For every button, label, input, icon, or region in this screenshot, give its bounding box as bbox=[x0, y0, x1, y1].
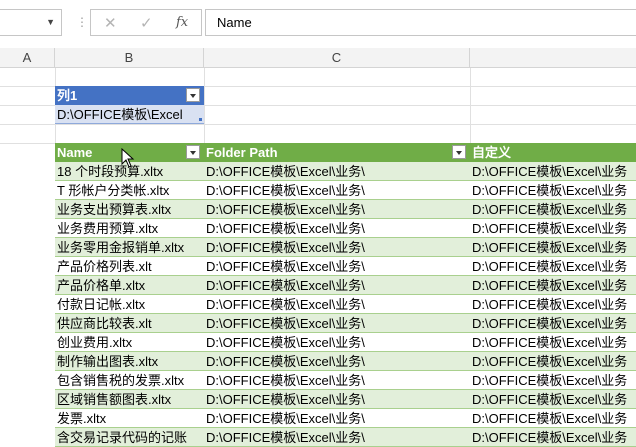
custom-cell[interactable]: D:\OFFICE模板\Excel\业务 bbox=[470, 295, 636, 314]
folder-path-cell[interactable]: D:\OFFICE模板\Excel\业务\ bbox=[204, 390, 470, 409]
custom-cell[interactable]: D:\OFFICE模板\Excel\业务 bbox=[470, 314, 636, 333]
column-header-c[interactable]: C bbox=[204, 48, 470, 68]
column-header-d[interactable] bbox=[470, 48, 636, 68]
table1-cell[interactable]: D:\OFFICE模板\Excel bbox=[55, 105, 204, 124]
name-cell[interactable]: T 形帐户分类帐.xltx bbox=[55, 181, 204, 200]
table2-header-name-label: Name bbox=[57, 145, 93, 160]
folder-path-cell[interactable]: D:\OFFICE模板\Excel\业务\ bbox=[204, 276, 470, 295]
folder-path-cell[interactable]: D:\OFFICE模板\Excel\业务\ bbox=[204, 409, 470, 428]
folder-path-cell[interactable]: D:\OFFICE模板\Excel\业务\ bbox=[204, 162, 470, 181]
filter-dropdown-icon[interactable] bbox=[452, 145, 466, 159]
folder-path-cell[interactable]: D:\OFFICE模板\Excel\业务\ bbox=[204, 219, 470, 238]
name-cell[interactable]: 创业费用.xltx bbox=[55, 333, 204, 352]
custom-cell[interactable]: D:\OFFICE模板\Excel\业务 bbox=[470, 352, 636, 371]
more-options-icon[interactable]: ⋮ bbox=[76, 16, 88, 28]
folder-path-cell[interactable]: D:\OFFICE模板\Excel\业务\ bbox=[204, 333, 470, 352]
table-resize-handle[interactable] bbox=[199, 118, 202, 121]
insert-function-icon[interactable]: fx bbox=[176, 15, 188, 30]
formula-input[interactable]: Name bbox=[205, 9, 636, 36]
name-cell[interactable]: 业务支出预算表.xltx bbox=[55, 200, 204, 219]
folder-path-cell[interactable]: D:\OFFICE模板\Excel\业务\ bbox=[204, 238, 470, 257]
name-cell[interactable]: 产品价格列表.xlt bbox=[55, 257, 204, 276]
formula-buttons: ✕ ✓ fx bbox=[90, 9, 202, 36]
folder-path-cell[interactable]: D:\OFFICE模板\Excel\业务\ bbox=[204, 295, 470, 314]
table1-header-label: 列1 bbox=[57, 88, 78, 103]
name-cell[interactable]: 业务零用金报销单.xltx bbox=[55, 238, 204, 257]
custom-cell[interactable]: D:\OFFICE模板\Excel\业务 bbox=[470, 276, 636, 295]
chevron-down-icon[interactable]: ▼ bbox=[46, 17, 55, 27]
gridline bbox=[0, 124, 636, 125]
custom-cell[interactable]: D:\OFFICE模板\Excel\业务 bbox=[470, 390, 636, 409]
mouse-cursor-icon bbox=[121, 148, 135, 168]
table2-header-folder-path-label: Folder Path bbox=[206, 145, 278, 160]
name-cell[interactable]: 区域销售额图表.xltx bbox=[55, 390, 204, 409]
name-cell[interactable]: 产品价格单.xltx bbox=[55, 276, 204, 295]
table2-header-custom-label: 自定义 bbox=[472, 145, 512, 160]
name-cell[interactable]: 发票.xltx bbox=[55, 409, 204, 428]
name-cell[interactable]: 制作输出图表.xltx bbox=[55, 352, 204, 371]
folder-path-cell[interactable]: D:\OFFICE模板\Excel\业务\ bbox=[204, 200, 470, 219]
formula-bar: ▼ ⋮ ✕ ✓ fx Name bbox=[0, 0, 636, 46]
custom-cell[interactable]: D:\OFFICE模板\Excel\业务 bbox=[470, 219, 636, 238]
custom-cell[interactable]: D:\OFFICE模板\Excel\业务 bbox=[470, 238, 636, 257]
folder-path-cell[interactable]: D:\OFFICE模板\Excel\业务\ bbox=[204, 181, 470, 200]
name-box[interactable]: ▼ bbox=[0, 9, 62, 36]
table2-header-folder-path[interactable]: Folder Path bbox=[204, 143, 470, 162]
folder-path-cell[interactable]: D:\OFFICE模板\Excel\业务\ bbox=[204, 371, 470, 390]
cancel-icon[interactable]: ✕ bbox=[104, 14, 117, 32]
custom-cell[interactable]: D:\OFFICE模板\Excel\业务 bbox=[470, 409, 636, 428]
table2-header-custom[interactable]: 自定义 bbox=[470, 143, 636, 162]
column-header-b[interactable]: B bbox=[55, 48, 204, 68]
folder-path-cell[interactable]: D:\OFFICE模板\Excel\业务\ bbox=[204, 352, 470, 371]
folder-path-cell[interactable]: D:\OFFICE模板\Excel\业务\ bbox=[204, 428, 470, 447]
custom-cell[interactable]: D:\OFFICE模板\Excel\业务 bbox=[470, 371, 636, 390]
custom-cell[interactable]: D:\OFFICE模板\Excel\业务 bbox=[470, 162, 636, 181]
name-cell[interactable]: 业务费用预算.xltx bbox=[55, 219, 204, 238]
folder-path-cell[interactable]: D:\OFFICE模板\Excel\业务\ bbox=[204, 314, 470, 333]
name-cell[interactable]: 供应商比较表.xlt bbox=[55, 314, 204, 333]
name-cell[interactable]: 付款日记帐.xltx bbox=[55, 295, 204, 314]
custom-cell[interactable]: D:\OFFICE模板\Excel\业务 bbox=[470, 257, 636, 276]
filter-dropdown-icon[interactable] bbox=[186, 145, 200, 159]
name-cell[interactable]: 含交易记录代码的记账 bbox=[55, 428, 204, 447]
filter-dropdown-icon[interactable] bbox=[186, 88, 200, 102]
worksheet-grid[interactable]: A B C 列1 D:\OFFICE模板\Excel Name Folder P… bbox=[0, 48, 636, 447]
name-cell[interactable]: 包含销售税的发票.xltx bbox=[55, 371, 204, 390]
folder-path-cell[interactable]: D:\OFFICE模板\Excel\业务\ bbox=[204, 257, 470, 276]
custom-cell[interactable]: D:\OFFICE模板\Excel\业务 bbox=[470, 428, 636, 447]
custom-cell[interactable]: D:\OFFICE模板\Excel\业务 bbox=[470, 181, 636, 200]
custom-cell[interactable]: D:\OFFICE模板\Excel\业务 bbox=[470, 200, 636, 219]
column-header-row: A B C bbox=[0, 48, 636, 68]
custom-cell[interactable]: D:\OFFICE模板\Excel\业务 bbox=[470, 333, 636, 352]
check-icon[interactable]: ✓ bbox=[140, 14, 153, 32]
table1-header[interactable]: 列1 bbox=[55, 86, 204, 105]
column-header-a[interactable]: A bbox=[0, 48, 55, 68]
